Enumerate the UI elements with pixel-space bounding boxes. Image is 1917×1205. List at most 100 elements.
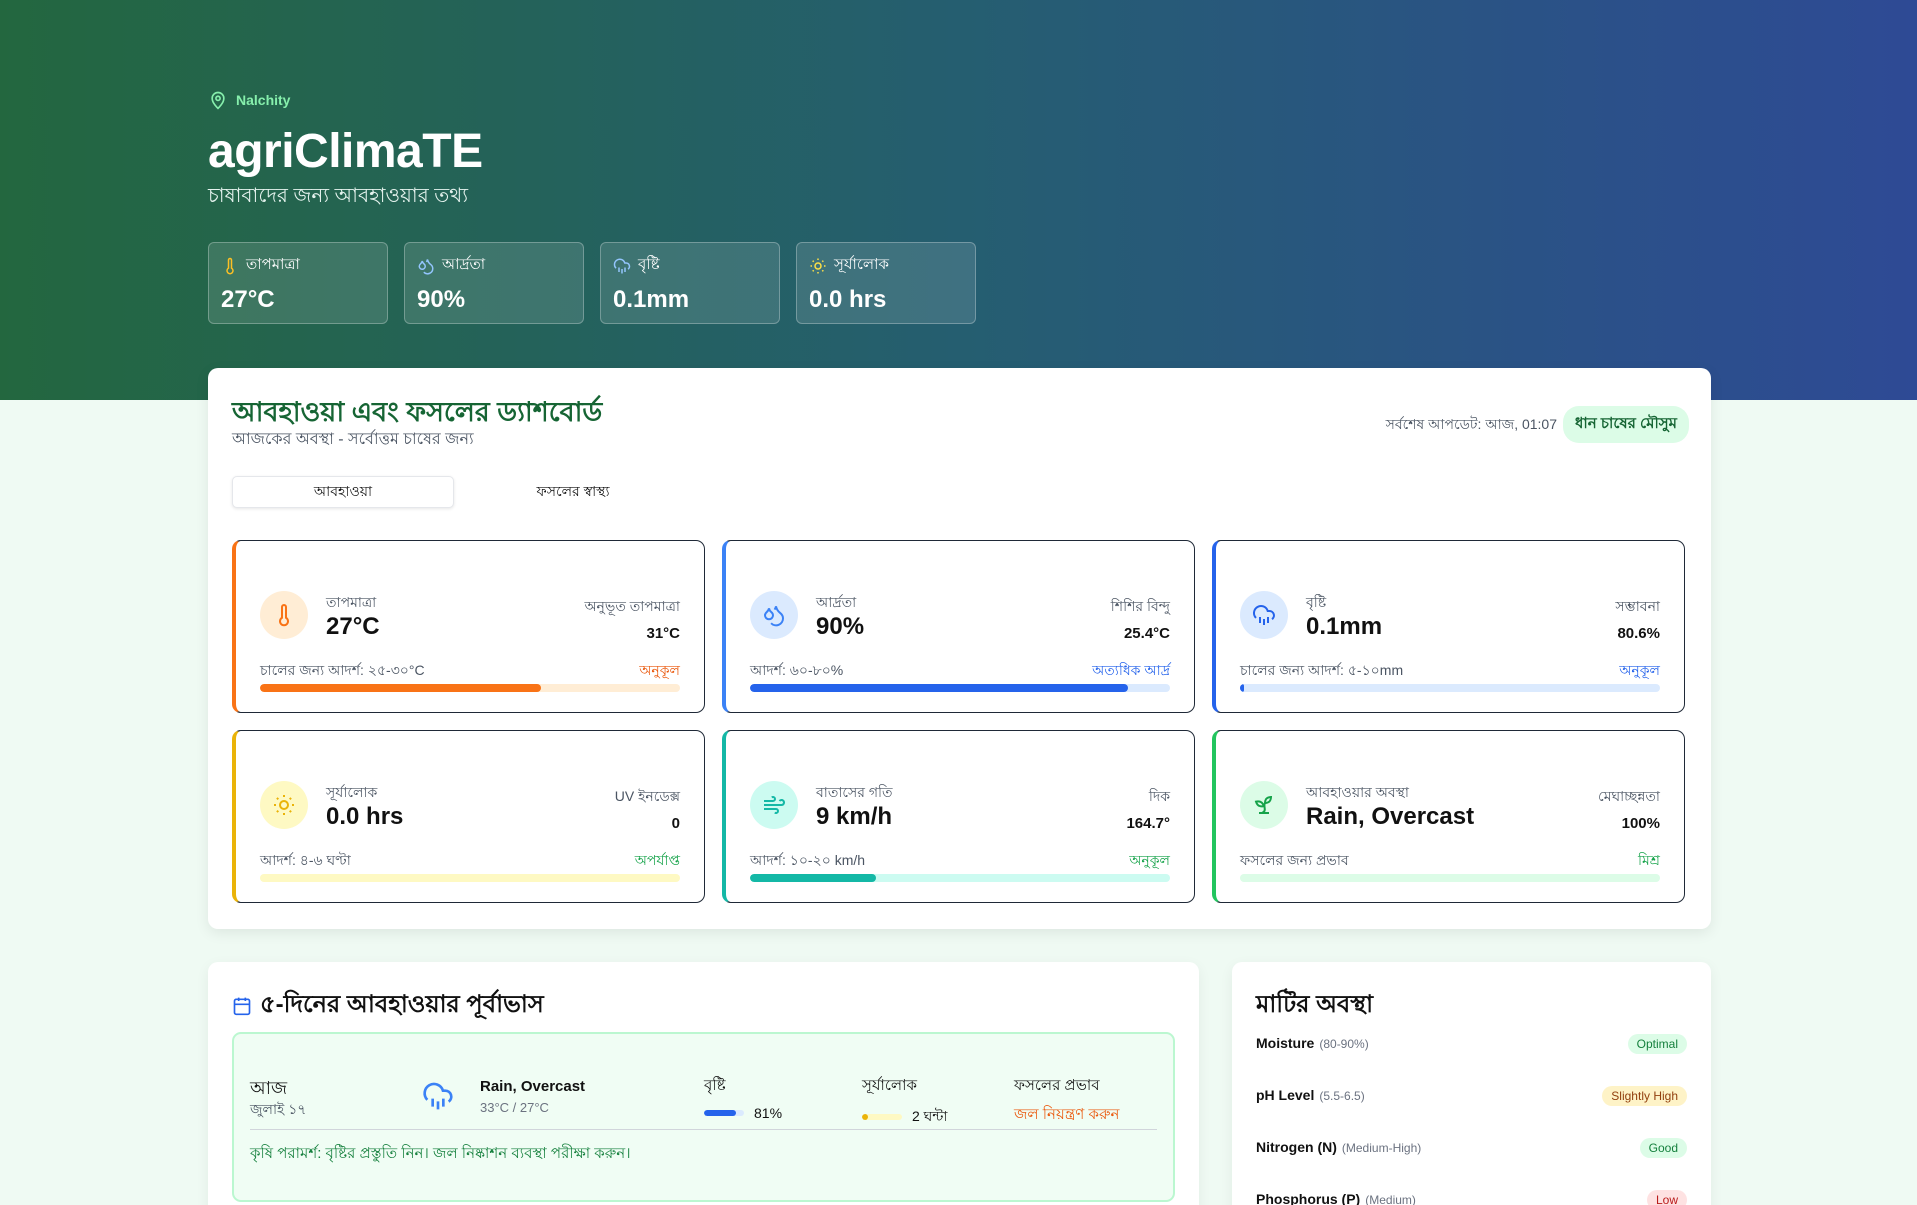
- card-value: 0.0 hrs: [326, 803, 404, 830]
- divider: [250, 1129, 1157, 1130]
- card-label: বৃষ্টি: [1306, 594, 1327, 610]
- forecast-impact-value: জল নিয়ন্ত্রণ করুন: [1014, 1106, 1120, 1123]
- card-progress-fill: [750, 684, 1128, 692]
- card-icon: [750, 781, 798, 829]
- soil-badge: Optimal: [1627, 1034, 1687, 1054]
- soil-panel: মাটির অবস্থা Moisture (80-90%) Optimal pH…: [1232, 962, 1711, 1205]
- soil-range: (Medium): [1365, 1193, 1416, 1205]
- card-value: 0.1mm: [1306, 613, 1383, 640]
- card-icon: [750, 591, 798, 639]
- card-side-label: দিক: [1148, 788, 1170, 804]
- card-value: 90%: [816, 613, 865, 640]
- farming-advice: কৃষি পরামর্শ: বৃষ্টির প্রস্তুতি নিন। জল …: [250, 1145, 631, 1162]
- cloud-rain-icon: [613, 258, 631, 273]
- cloud-rain-icon: [423, 1082, 453, 1110]
- hero-stat-label: তাপমাত্রা: [246, 256, 300, 273]
- card-side-value: 0: [671, 815, 680, 832]
- card-side-label: মেঘাচ্ছন্নতা: [1598, 788, 1660, 804]
- soil-name: pH Level: [1256, 1087, 1315, 1103]
- thermometer-icon: [279, 604, 289, 627]
- droplets-icon: [763, 606, 785, 627]
- tab-crop-health[interactable]: ফসলের স্বাস্থ্য: [462, 476, 684, 508]
- card-label: বাতাসের গতি: [816, 784, 893, 800]
- card-footer: আদর্শ: ৬০-৮০%: [750, 662, 844, 678]
- hero-stat-value: 0.0 hrs: [809, 286, 887, 313]
- map-pin-icon: [211, 91, 225, 110]
- hero-stat-rain: বৃষ্টি 0.1mm: [600, 242, 780, 324]
- card-icon: [260, 591, 308, 639]
- wind-card: বাতাসের গতি 9 km/h দিক 164.7° আদর্শ: ১০-২…: [722, 730, 1195, 903]
- card-footer: আদর্শ: ৪-৬ ঘণ্টা: [260, 852, 351, 868]
- card-side-value: 80.6%: [1617, 625, 1660, 642]
- card-status: অপর্যাপ্ত: [634, 852, 680, 868]
- app-title: agriClimaTE: [208, 125, 483, 178]
- hero-banner: Nalchity agriClimaTE চাষাবাদের জন্য আবহা…: [0, 0, 1917, 400]
- card-label: সূর্যালোক: [326, 784, 378, 800]
- sprout-icon: [1254, 795, 1273, 814]
- location: Nalchity: [208, 90, 976, 110]
- wind-icon: [764, 796, 785, 814]
- soil-range: (80-90%): [1319, 1037, 1369, 1051]
- cloud-rain-icon: [1253, 605, 1275, 625]
- sun-icon: [810, 258, 826, 273]
- soil-row-moisture: Moisture (80-90%) Optimal: [1256, 1034, 1687, 1054]
- forecast-rain-value: 81%: [754, 1105, 783, 1121]
- card-progress-fill: [260, 684, 542, 692]
- card-progress-bar: [260, 874, 680, 882]
- card-side-label: শিশির বিন্দু: [1110, 598, 1170, 614]
- dashboard-panel: আবহাওয়া এবং ফসলের ড্যাশবোর্ড আজকের অবস্…: [208, 368, 1711, 929]
- dashboard-tabs: আবহাওয়া ফসলের স্বাস্থ্য: [232, 476, 684, 508]
- soil-name: Nitrogen (N): [1256, 1139, 1337, 1155]
- soil-row-phosphorus: Phosphorus (P) (Medium) Low: [1256, 1190, 1687, 1205]
- card-progress-fill: [750, 874, 876, 882]
- card-value: 9 km/h: [816, 803, 893, 830]
- forecast-day-date: জুলাই ১৭: [250, 1101, 307, 1117]
- humidity-card: আর্দ্রতা 90% শিশির বিন্দু 25.4°C আদর্শ: ৬…: [722, 540, 1195, 713]
- forecast-title-text: ৫-দিনের আবহাওয়ার পূর্বাভাস: [260, 991, 544, 1018]
- weather-condition-card: আবহাওয়ার অবস্থা Rain, Overcast মেঘাচ্ছন…: [1212, 730, 1685, 903]
- soil-title: মাটির অবস্থা: [1256, 991, 1374, 1018]
- sunlight-card: সূর্যালোক 0.0 hrs UV ইনডেক্স 0 আদর্শ: ৪-৬…: [232, 730, 705, 903]
- card-status: মিশ্র: [1638, 852, 1660, 868]
- card-progress-bar: [1240, 684, 1660, 692]
- card-progress-bar: [260, 684, 680, 692]
- forecast-panel: ৫-দিনের আবহাওয়ার পূর্বাভাস আজ জুলাই ১৭ …: [208, 962, 1199, 1205]
- forecast-sun-value: 2 ঘন্টা: [912, 1108, 948, 1124]
- forecast-condition: Rain, Overcast: [480, 1078, 586, 1095]
- card-side-label: UV ইনডেক্স: [614, 788, 680, 804]
- card-progress-bar: [750, 684, 1170, 692]
- temperature-card: তাপমাত্রা 27°C অনুভূত তাপমাত্রা 31°C চালে…: [232, 540, 705, 713]
- soil-badge: Slightly High: [1602, 1086, 1687, 1106]
- hero-content: Nalchity agriClimaTE চাষাবাদের জন্য আবহা…: [208, 90, 976, 324]
- weather-cards: তাপমাত্রা 27°C অনুভূত তাপমাত্রা 31°C চালে…: [232, 540, 1685, 903]
- card-progress-bar: [1240, 874, 1660, 882]
- hero-stat-sunlight: সূর্যালোক 0.0 hrs: [796, 242, 976, 324]
- card-side-label: সম্ভাবনা: [1615, 598, 1660, 614]
- forecast-day-card[interactable]: আজ জুলাই ১৭ Rain, Overcast 33°C / 27°C ব…: [232, 1032, 1175, 1202]
- card-status: অত্যধিক আর্দ্র: [1092, 662, 1170, 678]
- card-footer: আদর্শ: ১০-২০ km/h: [750, 852, 866, 868]
- card-side-value: 164.7°: [1126, 815, 1170, 832]
- rain-bar: [704, 1110, 744, 1116]
- forecast-impact: ফসলের প্রভাব জল নিয়ন্ত্রণ করুন: [1014, 1074, 1119, 1128]
- forecast-sun-label: সূর্যালোক: [862, 1077, 917, 1094]
- hero-stat-value: 0.1mm: [613, 286, 690, 313]
- card-icon: [1240, 781, 1288, 829]
- forecast-impact-label: ফসলের প্রভাব: [1014, 1077, 1100, 1094]
- card-progress-fill: [1240, 684, 1245, 692]
- sun-icon: [274, 795, 294, 815]
- hero-stat-label: বৃষ্টি: [638, 256, 660, 273]
- hero-stat-label: সূর্যালোক: [834, 256, 889, 273]
- tab-weather[interactable]: আবহাওয়া: [232, 476, 454, 508]
- hero-stat-value: 90%: [417, 286, 466, 313]
- hero-stat-humidity: আর্দ্রতা 90%: [404, 242, 584, 324]
- soil-range: (Medium-High): [1341, 1141, 1422, 1155]
- soil-range: (5.5-6.5): [1319, 1089, 1365, 1103]
- card-side-label: অনুভূত তাপমাত্রা: [584, 598, 680, 614]
- soil-name: Phosphorus (P): [1256, 1191, 1361, 1205]
- card-side-value: 25.4°C: [1123, 625, 1170, 642]
- dashboard-subtitle: আজকের অবস্থা - সর্বোত্তম চাষের জন্য: [232, 431, 474, 448]
- card-footer: চালের জন্য আদর্শ: ৫-১০mm: [1240, 662, 1404, 678]
- rain-bar-fill: [704, 1110, 737, 1116]
- last-updated: সর্বশেষ আপডেট: আজ, 01:07: [1385, 415, 1558, 432]
